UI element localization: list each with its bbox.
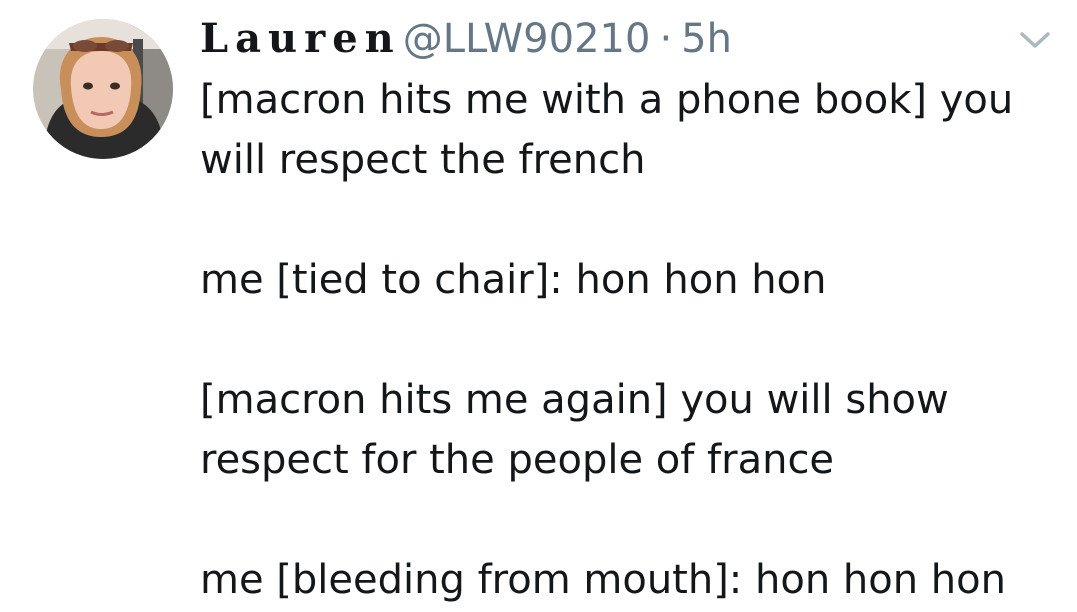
chevron-down-icon [1020, 32, 1050, 48]
profile-photo-icon [33, 19, 173, 159]
tweet-text: [macron hits me with a phone book] you w… [200, 70, 1060, 610]
tweet-paragraph: [macron hits me with a phone book] you w… [200, 70, 1060, 190]
user-handle[interactable]: @LLW90210 [403, 12, 651, 66]
display-name[interactable]: Lauren [200, 12, 401, 66]
tweet-header: Lauren @LLW90210 · 5h [200, 12, 732, 66]
tweet-card: Lauren @LLW90210 · 5h [macron hits me wi… [0, 0, 1077, 612]
tweet-line: me [bleeding from mouth]: hon hon hon [200, 557, 1006, 603]
tweet-line: [macron hits me again] you will show [200, 377, 949, 423]
tweet-line: [macron hits me with a phone book] you [200, 77, 1014, 123]
timestamp[interactable]: 5h [681, 12, 732, 66]
separator-dot: · [659, 16, 673, 62]
tweet-paragraph: [macron hits me again] you will show res… [200, 370, 1060, 490]
tweet-line: me [tied to chair]: hon hon hon [200, 257, 827, 303]
tweet-paragraph: me [tied to chair]: hon hon hon [200, 250, 1060, 310]
tweet-paragraph: me [bleeding from mouth]: hon hon hon [200, 550, 1060, 610]
avatar[interactable] [33, 19, 173, 159]
tweet-line: respect for the people of france [200, 437, 835, 483]
tweet-menu-button[interactable] [1017, 27, 1053, 53]
tweet-line: will respect the french [200, 137, 646, 183]
